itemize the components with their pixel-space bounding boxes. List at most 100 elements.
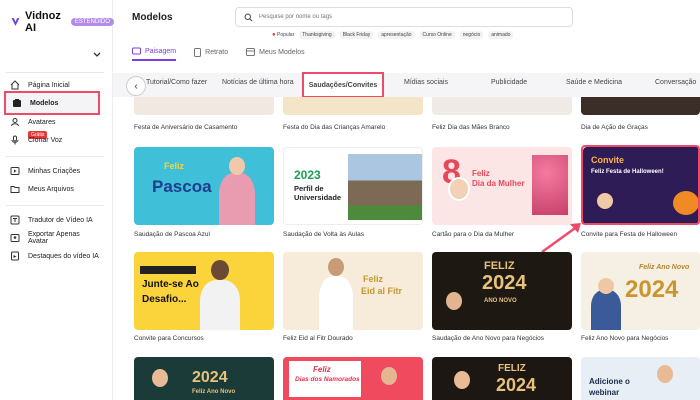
templates-icon (12, 98, 22, 108)
thumb-text: webinar (589, 388, 620, 397)
search-box[interactable] (235, 7, 573, 27)
sidebar-item-my-creations[interactable]: Minhas Criações (4, 162, 100, 180)
template-card-womens-day[interactable]: 8 Feliz Dia da Mulher (432, 147, 572, 225)
tag-chip[interactable]: animado (488, 31, 514, 39)
template-card-webinar[interactable]: Adicione o webinar (581, 357, 700, 400)
template-title: Convite para Festa de Halloween (581, 231, 678, 238)
tab-label: Retrato (205, 48, 229, 56)
export-icon (10, 233, 20, 243)
tag-chip[interactable]: Thanksgiving (299, 31, 335, 39)
tag-label: Popular (277, 32, 295, 38)
template-title: Festa de Aniversário de Casamento (134, 124, 238, 131)
category-prev-button[interactable]: ‹ (126, 76, 146, 96)
chevron-down-icon[interactable] (92, 50, 102, 60)
highlights-icon (10, 251, 20, 261)
sidebar-item-templates[interactable]: Modelos (4, 91, 100, 115)
avatar-head (211, 260, 229, 280)
sidebar-item-label: Exportar Apenas Avatar (28, 231, 80, 245)
avatar-figure (219, 173, 255, 225)
thumb-text: Feliz (363, 274, 384, 284)
orientation-tabs: Paisagem Retrato Meus Modelos (132, 47, 305, 61)
thumb-text: Feliz Ano Novo (192, 389, 236, 395)
thumb-text: ANO NOVO (484, 298, 517, 304)
tab-landscape[interactable]: Paisagem (132, 47, 177, 61)
tab-my-templates[interactable]: Meus Modelos (246, 47, 305, 61)
brand-name: Vidnoz AI (25, 10, 61, 34)
tag-chip[interactable]: Curso Online (419, 31, 455, 39)
app: Vidnoz AI ESTENDIDO Página Inicial Model… (0, 0, 700, 400)
thumb-text: FELIZ (484, 260, 515, 272)
template-thumb-partial[interactable] (283, 97, 423, 115)
tag-chips: ● Popular Thanksgiving Black Friday apre… (272, 31, 514, 39)
tag-chip[interactable]: negócio (459, 31, 484, 39)
sidebar-divider (6, 205, 104, 206)
avatar-head (328, 258, 344, 276)
template-card-contest[interactable]: Junte-se Ao Desafio... (134, 252, 274, 330)
sidebar-item-avatars[interactable]: Avatares (4, 113, 100, 131)
sidebar-item-voice-clone[interactable]: Clonar Voz (4, 131, 100, 149)
thumb-text: Desafio... (142, 294, 187, 305)
thumb-text: Universidade (294, 193, 342, 202)
template-title: Festa do Dia das Crianças Amarelo (283, 124, 386, 131)
university-photo (348, 154, 422, 220)
landscape-icon (132, 47, 141, 55)
template-card-new-year[interactable]: Feliz Ano Novo 2024 (581, 252, 700, 330)
template-thumb-partial[interactable] (432, 97, 572, 115)
template-card-back-to-school[interactable]: 2023 Perfil de Universidade (283, 147, 423, 225)
category-advertising[interactable]: Publicidade (491, 79, 527, 86)
sidebar-item-label: Clonar Voz (28, 136, 63, 144)
plan-badge: ESTENDIDO (70, 18, 114, 26)
sidebar: Vidnoz AI ESTENDIDO Página Inicial Model… (0, 0, 114, 400)
category-greetings[interactable]: Saudações/Convites (302, 72, 384, 98)
thumb-text: Feliz (313, 365, 331, 374)
tag-chip[interactable]: apresentação (378, 31, 415, 39)
sidebar-item-my-files[interactable]: Meus Arquivos (4, 180, 100, 198)
sidebar-item-label: Minhas Criações (28, 167, 81, 175)
flowers-image (532, 155, 568, 215)
template-thumb-partial[interactable] (581, 97, 700, 115)
banner-bar (140, 266, 196, 274)
tag-chip[interactable]: Black Friday (339, 31, 374, 39)
sidebar-item-label: Avatares (28, 118, 56, 126)
template-title: Feliz Dia das Mães Branco (432, 124, 510, 131)
category-conversation[interactable]: Conversação (655, 79, 696, 86)
category-health[interactable]: Saúde e Medicina (566, 79, 622, 86)
avatar-figure (319, 276, 353, 330)
thumb-text: 2024 (192, 369, 228, 386)
thumb-text: 2024 (496, 375, 537, 395)
thumb-text: Perfil de (294, 184, 324, 193)
avatar-icon (10, 117, 20, 127)
sidebar-item-label: Página Inicial (28, 81, 70, 89)
sidebar-item-label: Tradutor de Vídeo IA (28, 216, 93, 224)
template-card-valentines[interactable]: Feliz Dias dos Namorados (283, 357, 423, 400)
template-card-easter[interactable]: Feliz Pascoa (134, 147, 274, 225)
avatar-head (598, 278, 614, 294)
template-card-eid[interactable]: Feliz Eid al Fitr (283, 252, 423, 330)
template-title: Saudação de Ano Novo para Negócios (432, 335, 545, 342)
thumb-text: Junte-se Ao (142, 279, 199, 290)
template-card-new-year-business[interactable]: FELIZ 2024 ANO NOVO (432, 252, 572, 330)
category-social-media[interactable]: Mídias sociais (404, 79, 448, 86)
sidebar-item-video-highlights[interactable]: Destaques do vídeo IA (4, 247, 100, 265)
thumb-text: FELIZ (498, 363, 526, 374)
template-card-new-year-green[interactable]: 2024 Feliz Ano Novo (134, 357, 274, 400)
search-input[interactable] (259, 14, 559, 20)
avatar-head (381, 367, 397, 385)
category-tutorial[interactable]: Tutorial/Como fazer (146, 79, 207, 86)
sidebar-item-export-avatar[interactable]: Exportar Apenas Avatar (4, 229, 100, 247)
avatar-head (152, 369, 168, 387)
avatar-head (229, 157, 245, 175)
sidebar-item-video-translator[interactable]: Tradutor de Vídeo IA (4, 211, 100, 229)
tab-label: Paisagem (145, 47, 177, 55)
category-breaking-news[interactable]: Notícias de última hora (222, 79, 294, 86)
annotation-arrow (541, 223, 581, 254)
template-thumb-partial[interactable] (134, 97, 274, 115)
template-title: Saudação de Pascoa Azul (134, 231, 210, 238)
tag-chip-popular[interactable]: ● Popular (272, 32, 294, 38)
tab-portrait[interactable]: Retrato (194, 47, 228, 61)
brand[interactable]: Vidnoz AI ESTENDIDO (10, 10, 114, 34)
sidebar-item-label: Meus Arquivos (28, 185, 74, 193)
template-card-new-year-gold[interactable]: FELIZ 2024 (432, 357, 572, 400)
template-title: Convite para Concursos (134, 335, 204, 342)
microphone-icon (10, 135, 20, 145)
